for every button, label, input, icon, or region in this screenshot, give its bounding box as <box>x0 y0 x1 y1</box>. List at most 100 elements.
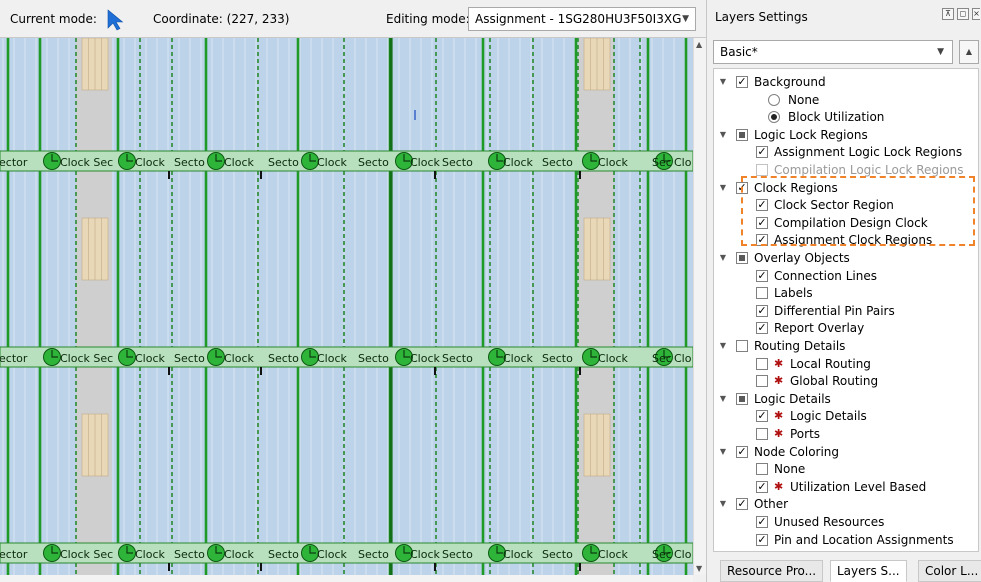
close-icon[interactable]: × <box>972 8 980 20</box>
layer-checkbox[interactable]: ✓ <box>736 445 748 458</box>
tree-row[interactable]: ▼ ✓ Background <box>714 73 978 91</box>
layer-checkbox[interactable]: ✓ <box>756 304 768 317</box>
layer-checkbox[interactable]: ✓ <box>756 516 768 528</box>
expand-arrow-icon[interactable]: ▼ <box>718 179 728 197</box>
layer-checkbox[interactable] <box>736 392 748 405</box>
tree-row[interactable]: ✓ Assignment Logic Lock Regions <box>714 143 978 161</box>
tick-mark <box>434 171 436 179</box>
tree-row[interactable]: Block Utilization <box>714 108 978 126</box>
layer-checkbox[interactable] <box>736 340 748 352</box>
expand-arrow-icon[interactable]: ▼ <box>718 337 728 355</box>
tree-row[interactable]: ✓ Connection Lines <box>714 267 978 285</box>
tree-row[interactable]: ▼ ✓ Clock Regions <box>714 179 978 197</box>
layer-preset-select[interactable]: Basic* ▼ <box>713 40 953 64</box>
layer-checkbox[interactable]: ✓ <box>756 480 768 493</box>
radio-button[interactable] <box>768 93 780 106</box>
clock-sector-label: Sec <box>652 156 672 169</box>
layer-checkbox[interactable]: ✓ <box>756 199 768 212</box>
canvas-vertical-scrollbar[interactable]: ▲ ▼ <box>693 38 706 575</box>
layer-checkbox[interactable] <box>756 375 768 388</box>
tree-row[interactable]: ✱ Local Routing <box>714 355 978 373</box>
selection-arrow-icon[interactable] <box>106 9 124 31</box>
float-icon[interactable]: ◻ <box>957 8 969 20</box>
tree-row[interactable]: ✱ Global Routing <box>714 372 978 390</box>
layer-checkbox[interactable] <box>756 428 768 440</box>
tab-resource-properties[interactable]: Resource Pro... <box>720 560 824 582</box>
tree-row[interactable]: ▼ ✓ Other <box>714 495 978 513</box>
expand-arrow-icon[interactable]: ▼ <box>718 495 728 513</box>
clock-sector-label: Clock <box>410 352 441 365</box>
tree-row[interactable]: ✓ Clock Sector Region <box>714 196 978 214</box>
expand-arrow-icon[interactable]: ▼ <box>718 73 728 91</box>
gray-column <box>76 38 112 575</box>
layer-checkbox[interactable] <box>756 287 768 300</box>
debug-layer-icon: ✱ <box>774 409 784 423</box>
layer-checkbox[interactable] <box>736 128 748 141</box>
expand-arrow-icon[interactable]: ▼ <box>718 390 728 408</box>
tree-row[interactable]: ▼ Logic Details <box>714 390 978 408</box>
layer-checkbox[interactable]: ✓ <box>736 181 748 194</box>
coordinate-readout: Coordinate: (227, 233) <box>153 12 290 26</box>
tree-row[interactable]: Compilation Logic Lock Regions <box>714 161 978 179</box>
clock-sector-label: Secto <box>268 548 299 561</box>
clock-sector-label: Clo <box>674 156 692 169</box>
layer-checkbox[interactable] <box>756 463 768 476</box>
layer-checkbox[interactable]: ✓ <box>736 498 748 511</box>
tree-row[interactable]: ✓ Differential Pin Pairs <box>714 302 978 320</box>
tree-row[interactable]: ▼ ✓ Node Coloring <box>714 443 978 461</box>
layer-checkbox[interactable]: ✓ <box>736 76 748 88</box>
tree-row[interactable]: ✓ Pin and Location Assignments <box>714 531 978 549</box>
tree-row[interactable]: ✓ ✱ Logic Details <box>714 407 978 425</box>
tree-row[interactable]: ▼ Routing Details <box>714 337 978 355</box>
tree-label: Global Routing <box>790 374 879 389</box>
layer-checkbox[interactable] <box>756 357 768 370</box>
chip-planner-canvas[interactable]: ector Clock Sec Clock Secto Clock Secto Clock S… <box>0 38 693 575</box>
tab-color-legend[interactable]: Color L... <box>918 560 981 582</box>
clock-sector-label: Secto <box>174 548 205 561</box>
expand-arrow-icon[interactable]: ▼ <box>718 126 728 144</box>
clock-sector-label: ector <box>0 156 28 169</box>
layer-checkbox[interactable]: ✓ <box>756 410 768 423</box>
preset-options-button[interactable]: ▲ <box>959 40 979 64</box>
layer-checkbox[interactable]: ✓ <box>756 533 768 546</box>
editing-mode-select[interactable]: Assignment - 1SG280HU3F50I3XG ▼ <box>468 7 696 31</box>
pin-icon[interactable]: ⊼ <box>942 8 954 20</box>
clock-sector-label: Clock Sec <box>60 156 113 169</box>
layer-checkbox[interactable]: ✓ <box>756 269 768 282</box>
expand-arrow-icon[interactable]: ▼ <box>718 443 728 461</box>
tree-row[interactable]: None <box>714 460 978 478</box>
expand-arrow-icon[interactable]: ▼ <box>718 249 728 267</box>
canvas-horizontal-scrollbar[interactable] <box>0 575 693 582</box>
layer-checkbox[interactable] <box>756 164 768 176</box>
tree-label: Utilization Level Based <box>790 479 927 494</box>
tab-layers-settings[interactable]: Layers S... <box>830 560 907 582</box>
scroll-down-icon[interactable]: ▼ <box>696 564 702 573</box>
tree-row[interactable]: ▼ Overlay Objects <box>714 249 978 267</box>
clock-sector-label: Sec <box>652 352 672 365</box>
chip-floorplan[interactable]: ector Clock Sec Clock Secto Clock Secto Clock S… <box>0 38 693 575</box>
tree-row[interactable]: ✱ Ports <box>714 425 978 443</box>
clock-sector-label: Clock <box>598 156 629 169</box>
clock-sector-label: Clock <box>598 548 629 561</box>
layers-tree[interactable]: ▼ ✓ Background None Block Utilization ▼ Logic … <box>713 68 979 552</box>
tree-row[interactable]: ✓ ✱ Utilization Level Based <box>714 478 978 496</box>
layer-checkbox[interactable]: ✓ <box>756 234 768 247</box>
tree-row[interactable]: ✓ Compilation Design Clock <box>714 214 978 232</box>
scroll-up-icon[interactable]: ▲ <box>696 40 702 49</box>
clock-sector-label: Secto <box>174 352 205 365</box>
tree-row[interactable]: ✓ Unused Resources <box>714 513 978 531</box>
tree-row[interactable]: ✓ Assignment Clock Regions <box>714 231 978 249</box>
clock-sector-label: Secto <box>542 156 573 169</box>
layer-checkbox[interactable]: ✓ <box>756 322 768 335</box>
layers-settings-panel: Layers Settings ⊼ ◻ × Basic* ▼ ▲ ▼ ✓ Backg… <box>706 0 981 582</box>
clock-sector-label: ector <box>0 548 28 561</box>
layer-checkbox[interactable] <box>736 252 748 264</box>
tree-row[interactable]: ✓ Report Overlay <box>714 319 978 337</box>
layer-checkbox[interactable]: ✓ <box>756 146 768 159</box>
layer-checkbox[interactable]: ✓ <box>756 216 768 229</box>
tree-row[interactable]: Labels <box>714 284 978 302</box>
tree-row[interactable]: None <box>714 91 978 109</box>
tree-row[interactable]: ▼ Logic Lock Regions <box>714 126 978 144</box>
radio-button[interactable] <box>768 111 780 124</box>
clock-sector-label: Clock <box>224 352 255 365</box>
